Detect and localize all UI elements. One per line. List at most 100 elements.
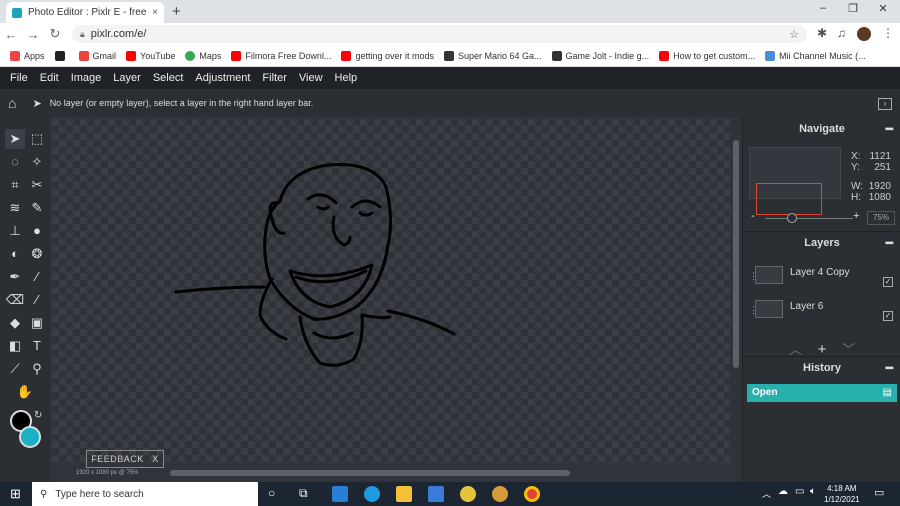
wand-tool-icon[interactable]: ✧	[27, 152, 47, 172]
move-layer-up-icon[interactable]: ︿	[789, 342, 802, 357]
layers-collapse-icon[interactable]: ━	[886, 232, 893, 254]
navigate-collapse-icon[interactable]: ━	[886, 118, 893, 140]
menu-help[interactable]: Help	[335, 72, 358, 84]
eraser-tool-icon[interactable]: ⌫	[5, 290, 25, 310]
menu-adjustment[interactable]: Adjustment	[195, 72, 250, 84]
forward-arrow-icon[interactable]: →	[22, 27, 44, 42]
fill-bucket-icon[interactable]: ◆	[5, 313, 25, 333]
arrange-tool-icon[interactable]: ➤	[5, 129, 25, 149]
pen-tool-icon[interactable]: ✒	[5, 267, 25, 287]
eyedropper-icon[interactable]: ⟋	[5, 359, 25, 379]
extensions-icon[interactable]: ✱	[817, 26, 827, 40]
bookmark-gmail[interactable]: Gmail	[78, 50, 116, 61]
app-icon-2[interactable]	[492, 486, 508, 502]
dodge-tool-icon[interactable]: ◐	[5, 244, 25, 264]
menu-view[interactable]: View	[299, 72, 323, 84]
feedback-close-icon[interactable]: X	[152, 454, 159, 464]
home-icon[interactable]: ⌂	[8, 95, 16, 111]
brush-tool-icon[interactable]: ∕	[27, 267, 47, 287]
mail-icon[interactable]	[332, 486, 348, 502]
zoom-tool-icon[interactable]: ⚲	[27, 359, 47, 379]
history-header[interactable]: History ━	[743, 356, 900, 378]
taskbar-clock[interactable]: 4:18 AM 1/12/2021	[824, 483, 860, 505]
music-icon[interactable]: ♫	[837, 26, 846, 40]
address-bar[interactable]: 🔒︎ pixlr.com/e/ ☆	[72, 25, 807, 43]
hand-tool-icon[interactable]: ✋	[15, 382, 35, 402]
zoom-out-button[interactable]: -	[751, 210, 755, 222]
history-item[interactable]: Open ▤	[747, 384, 897, 402]
layer-visibility-checkbox[interactable]: ✓	[883, 277, 893, 287]
menu-file[interactable]: File	[10, 72, 28, 84]
menu-select[interactable]: Select	[153, 72, 184, 84]
onedrive-cloud-icon[interactable]: ☁	[778, 486, 788, 497]
store-icon[interactable]	[428, 486, 444, 502]
close-window-button[interactable]: ✕	[868, 2, 898, 15]
network-icon[interactable]: ▭	[795, 486, 804, 497]
canvas[interactable]	[52, 119, 730, 463]
windows-start-icon[interactable]: ⊞	[10, 486, 21, 502]
app-icon-1[interactable]	[460, 486, 476, 502]
zoom-slider-track[interactable]	[765, 218, 853, 219]
bookmark-maps[interactable]: Maps	[185, 50, 221, 61]
layers-header[interactable]: Layers ━	[743, 231, 900, 253]
gradient-tool-icon[interactable]: ▣	[27, 313, 47, 333]
menu-layer[interactable]: Layer	[113, 72, 141, 84]
layer-visibility-checkbox[interactable]: ✓	[883, 311, 893, 321]
blur-drop-icon[interactable]: ●	[27, 221, 47, 241]
heal-tool-icon[interactable]: ✎	[27, 198, 47, 218]
sponge-tool-icon[interactable]: ❂	[27, 244, 47, 264]
tab-close-icon[interactable]: ×	[152, 7, 158, 18]
lasso-tool-icon[interactable]: ◌	[5, 152, 25, 172]
reload-icon[interactable]: ↻	[44, 26, 66, 42]
crop-tool-icon[interactable]: ⌗	[5, 175, 25, 195]
zoom-slider-handle[interactable]	[787, 213, 797, 223]
clone-stamp-icon[interactable]: ⊥	[5, 221, 25, 241]
cortana-icon[interactable]: ○	[268, 486, 275, 500]
collapse-panel-icon[interactable]: ›	[878, 98, 892, 110]
volume-icon[interactable]: 🔈︎	[810, 486, 816, 497]
layer-row[interactable]: ⋮ Layer 6 ✓	[743, 295, 900, 327]
maximize-button[interactable]: ❐	[838, 2, 868, 15]
menu-filter[interactable]: Filter	[262, 72, 286, 84]
bookmark-game-jolt[interactable]: Game Jolt - Indie g...	[551, 50, 649, 61]
profile-avatar[interactable]	[857, 27, 871, 41]
minimize-button[interactable]: –	[808, 2, 838, 14]
color-replace-icon[interactable]: ⁄	[27, 290, 47, 310]
bookmark-youtube[interactable]: YouTube	[126, 50, 175, 61]
liquify-tool-icon[interactable]: ≋	[5, 198, 25, 218]
back-arrow-icon[interactable]: ←	[0, 27, 22, 42]
bookmark-filmora[interactable]: Filmora Free Downl...	[231, 50, 331, 61]
bookmark-mii-channel[interactable]: Mii Channel Music (...	[765, 50, 866, 61]
menu-dots-icon[interactable]: ⋮	[882, 26, 894, 40]
marquee-tool-icon[interactable]: ⬚	[27, 129, 47, 149]
bookmark-super-mario[interactable]: Super Mario 64 Ga...	[444, 50, 542, 61]
history-clear-icon[interactable]: ▤	[883, 384, 892, 402]
new-tab-button[interactable]: +	[172, 3, 181, 20]
bookmark-apps[interactable]: Apps	[10, 50, 45, 61]
text-tool-icon[interactable]: T	[27, 336, 47, 356]
browser-tab[interactable]: Photo Editor : Pixlr E - free image ×	[6, 2, 164, 23]
horizontal-scrollbar[interactable]	[170, 470, 570, 476]
taskbar-search-box[interactable]: ⚲ Type here to search	[32, 482, 258, 506]
bookmark-how-to[interactable]: How to get custom...	[659, 50, 755, 61]
notifications-icon[interactable]: ▭	[874, 486, 884, 499]
menu-image[interactable]: Image	[71, 72, 102, 84]
vertical-scrollbar[interactable]	[733, 140, 739, 368]
zoom-percent-field[interactable]: 75%	[867, 211, 895, 225]
file-explorer-icon[interactable]	[396, 486, 412, 502]
cutout-tool-icon[interactable]: ✂	[27, 175, 47, 195]
task-view-icon[interactable]: ⧉	[299, 486, 308, 501]
layer-row[interactable]: ⋮ Layer 4 Copy ✓	[743, 261, 900, 293]
bookmark-getting-over-it[interactable]: getting over it mods	[341, 50, 434, 61]
bookmark-star-icon[interactable]: ☆	[789, 28, 799, 41]
show-hidden-icons-icon[interactable]: ︿	[762, 487, 771, 500]
feedback-button[interactable]: FEEDBACK X	[86, 450, 164, 468]
move-layer-down-icon[interactable]: ﹀	[842, 342, 855, 357]
swap-colors-icon[interactable]: ↻	[34, 410, 42, 421]
bookmark-1[interactable]	[54, 50, 69, 61]
navigator-thumbnail[interactable]	[749, 147, 841, 215]
navigate-header[interactable]: Navigate ━	[743, 118, 900, 140]
secondary-color-swatch[interactable]	[19, 426, 41, 448]
history-collapse-icon[interactable]: ━	[886, 357, 893, 379]
menu-edit[interactable]: Edit	[40, 72, 59, 84]
